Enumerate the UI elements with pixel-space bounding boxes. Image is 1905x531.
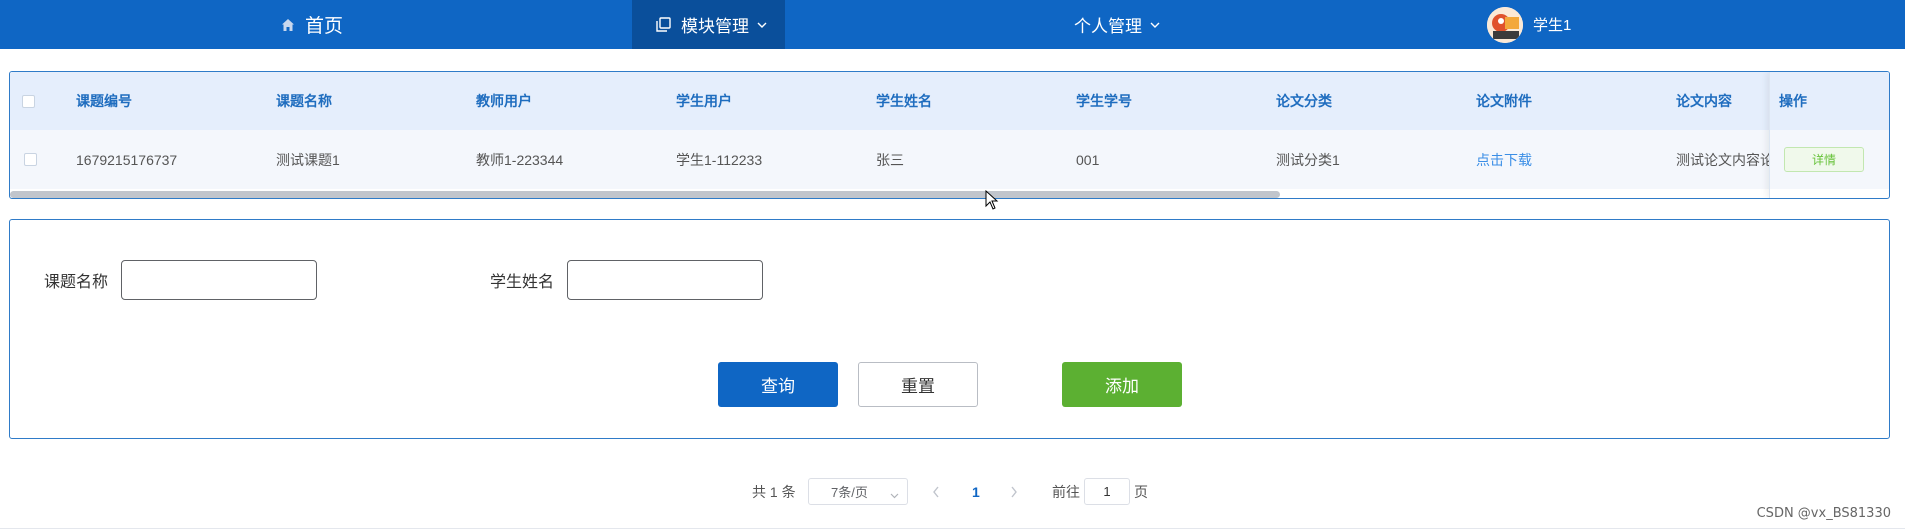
next-page-icon[interactable] (1010, 478, 1018, 506)
data-table: 课题编号 课题名称 教师用户 学生用户 学生姓名 学生学号 论文分类 论文附件 … (9, 71, 1890, 199)
nav-home-label: 首页 (305, 16, 344, 37)
nav-personal-label: 个人管理 (1074, 17, 1142, 36)
divider (0, 528, 1905, 529)
nav-user-menu[interactable]: 学生1 (1487, 0, 1571, 49)
table-header: 课题编号 课题名称 教师用户 学生用户 学生姓名 学生学号 论文分类 论文附件 … (10, 72, 1889, 130)
col-header-student-no[interactable]: 学生学号 (1076, 72, 1132, 130)
chevron-down-icon (890, 487, 899, 502)
avatar (1487, 6, 1523, 43)
add-button[interactable]: 添加 (1062, 362, 1182, 407)
watermark: CSDN @vx_BS81330 (1756, 506, 1891, 521)
search-form: 课题名称 学生姓名 查询 重置 添加 (9, 219, 1890, 439)
col-header-content[interactable]: 论文内容 (1676, 72, 1732, 130)
nav-module-label: 模块管理 (681, 17, 749, 36)
cell-teacher: 教师1-223344 (476, 151, 564, 168)
page-size-select[interactable]: 7条/页 (808, 478, 908, 505)
goto-prefix: 前往 (1052, 484, 1080, 500)
pagination-total: 共 1 条 (752, 484, 796, 500)
col-header-attachment[interactable]: 论文附件 (1476, 72, 1532, 130)
page-number-current[interactable]: 1 (972, 478, 980, 506)
cell-student-user: 学生1-112233 (676, 151, 763, 168)
cell-topic: 测试课题1 (276, 151, 340, 168)
top-navbar: 首页 模块管理 个人管理 学生1 (0, 0, 1905, 49)
col-header-action: 操作 (1770, 72, 1889, 130)
chevron-down-icon (1150, 21, 1160, 29)
nav-home[interactable]: 首页 (281, 0, 343, 49)
table-row[interactable]: 1679215176737 测试课题1 教师1-223344 学生1-11223… (10, 130, 1889, 189)
fixed-action-column: 操作 详情 (1769, 72, 1889, 198)
col-header-topic[interactable]: 课题名称 (276, 72, 332, 130)
topic-name-input[interactable] (121, 260, 317, 300)
detail-button[interactable]: 详情 (1784, 147, 1864, 172)
select-all-checkbox[interactable] (22, 72, 35, 130)
col-header-id[interactable]: 课题编号 (76, 72, 132, 130)
nav-personal-management[interactable]: 个人管理 (1074, 0, 1160, 49)
student-name-label: 学生姓名 (490, 274, 555, 291)
goto-suffix: 页 (1134, 484, 1148, 500)
row-checkbox[interactable] (24, 130, 37, 189)
cell-id: 1679215176737 (76, 151, 178, 168)
action-cell: 详情 (1770, 130, 1889, 189)
download-link[interactable]: 点击下载 (1476, 130, 1532, 189)
query-button[interactable]: 查询 (718, 362, 838, 407)
horizontal-scrollbar[interactable] (10, 191, 1280, 198)
student-name-input[interactable] (567, 260, 763, 300)
nav-user-label: 学生1 (1533, 17, 1572, 34)
cell-content: 测试论文内容论 (1676, 151, 1772, 168)
goto-page-input[interactable]: 1 (1084, 478, 1130, 505)
copy-icon (656, 17, 671, 32)
home-icon (281, 18, 295, 32)
col-header-student-user[interactable]: 学生用户 (676, 72, 732, 130)
mouse-cursor-icon (985, 189, 999, 215)
cell-category: 测试分类1 (1276, 151, 1340, 168)
col-header-student-name[interactable]: 学生姓名 (876, 72, 932, 130)
chevron-down-icon (757, 21, 767, 29)
page-size-value: 7条/页 (831, 485, 868, 500)
topic-name-label: 课题名称 (44, 274, 109, 291)
reset-button[interactable]: 重置 (858, 362, 978, 407)
cell-student-no: 001 (1076, 151, 1100, 168)
prev-page-icon[interactable] (932, 478, 940, 506)
nav-module-management[interactable]: 模块管理 (632, 0, 785, 49)
col-header-teacher[interactable]: 教师用户 (476, 72, 532, 130)
cell-student-name: 张三 (876, 151, 904, 168)
col-header-category[interactable]: 论文分类 (1276, 72, 1332, 130)
